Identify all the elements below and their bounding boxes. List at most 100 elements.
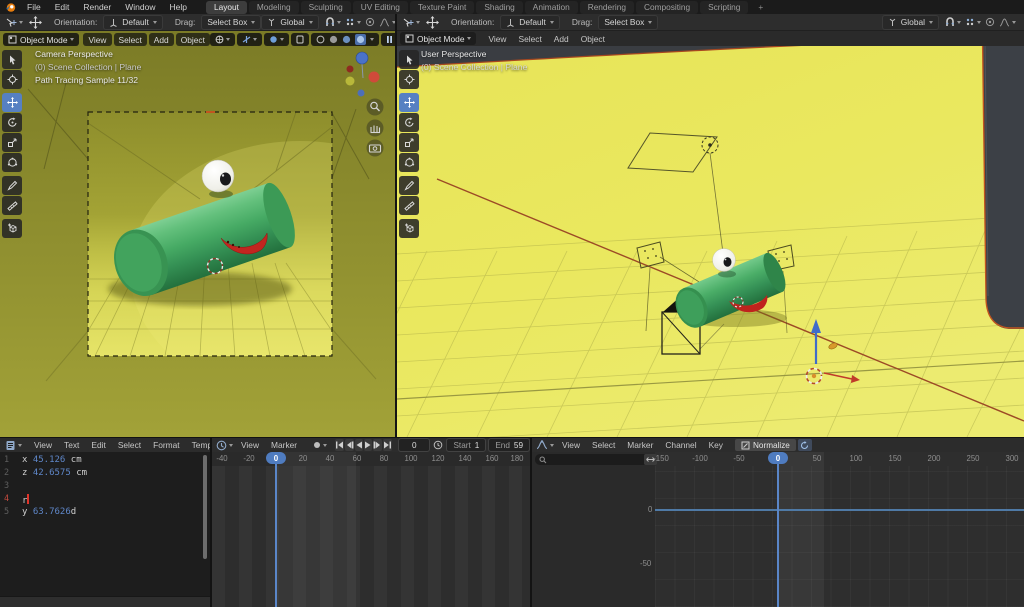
graph-playhead-badge[interactable]: 0 — [768, 452, 788, 464]
active-tool-icon[interactable] — [3, 16, 25, 29]
rendered-shading-icon[interactable] — [356, 35, 365, 44]
scale-tool[interactable] — [399, 133, 419, 152]
measure-tool[interactable] — [2, 196, 22, 215]
axis-x-ball[interactable] — [369, 72, 380, 83]
tab-layout[interactable]: Layout — [206, 1, 247, 14]
add-primitive-tool[interactable] — [2, 219, 22, 238]
eyeball[interactable] — [202, 160, 234, 192]
move-tool[interactable] — [399, 93, 419, 112]
wireframe-shading-icon[interactable] — [316, 35, 325, 44]
axis-y-ball[interactable] — [346, 77, 355, 86]
text-text-menu[interactable]: Text — [58, 440, 85, 450]
normalize-refresh-button[interactable] — [798, 439, 812, 451]
editor-type-text-icon[interactable] — [3, 439, 24, 452]
editor-divider[interactable] — [530, 437, 532, 607]
falloff-curve-icon[interactable] — [997, 16, 1018, 29]
drag-dropdown[interactable]: Select Box — [201, 15, 261, 30]
axis-x-neg-ball[interactable] — [347, 66, 354, 73]
orientation-dropdown[interactable]: Default — [103, 15, 163, 30]
channel-search-input[interactable] — [535, 454, 649, 465]
timeline-view-menu[interactable]: View — [235, 440, 265, 450]
axis-z-ball[interactable] — [356, 52, 368, 64]
scale-tool[interactable] — [2, 133, 22, 152]
material-shading-icon[interactable] — [342, 35, 351, 44]
tab-compositing[interactable]: Compositing — [636, 1, 698, 14]
tab-animation[interactable]: Animation — [525, 1, 578, 14]
text-editor[interactable]: 1 2 3 4 5 x 45.126 cm z 42.6575 cm r y 6… — [0, 452, 210, 607]
timeline-area[interactable]: -40 -20 20 40 60 80 100 120 140 160 180 — [212, 452, 530, 607]
tab-texture-paint[interactable]: Texture Paint — [410, 1, 474, 14]
editor-divider[interactable] — [210, 437, 212, 607]
jump-to-end-button[interactable] — [383, 439, 392, 451]
axis-z-neg-ball[interactable] — [358, 90, 365, 97]
add-primitive-tool[interactable] — [399, 219, 419, 238]
viewport-user[interactable]: Object Mode View Select Add Object User … — [397, 31, 1024, 437]
transform-tool[interactable] — [2, 153, 22, 172]
graph-key-menu[interactable]: Key — [703, 440, 729, 450]
editor-type-timeline-icon[interactable] — [214, 439, 235, 452]
transform-space-dropdown[interactable]: Global — [261, 15, 318, 30]
mode-dropdown[interactable]: Object Mode — [3, 33, 79, 46]
object-menu[interactable]: Object — [176, 33, 210, 46]
backdrop-plane[interactable] — [397, 36, 1024, 437]
channel-region[interactable] — [532, 452, 655, 607]
timeline-marker-menu[interactable]: Marker — [265, 440, 303, 450]
graph-marker-menu[interactable]: Marker — [621, 440, 659, 450]
viewport-camera[interactable]: Object Mode View Select Add Object — [0, 31, 395, 437]
snap-magnet-icon[interactable] — [943, 16, 963, 29]
next-keyframe-button[interactable] — [373, 439, 382, 451]
text-editor-scrollbar[interactable] — [203, 455, 207, 559]
tab-uv-editing[interactable]: UV Editing — [353, 1, 408, 14]
move-tool-icon[interactable] — [29, 16, 42, 29]
object-menu[interactable]: Object — [575, 34, 611, 44]
play-button[interactable] — [364, 439, 372, 451]
menu-help[interactable]: Help — [162, 2, 193, 12]
select-box-tool[interactable] — [399, 50, 419, 69]
view-menu[interactable]: View — [83, 33, 111, 46]
timeline-playhead-badge[interactable]: 0 — [266, 452, 286, 464]
timeline-playhead[interactable] — [275, 452, 277, 607]
mode-dropdown[interactable]: Object Mode — [400, 32, 476, 45]
tab-rendering[interactable]: Rendering — [580, 1, 634, 14]
select-menu[interactable]: Select — [513, 34, 548, 44]
cursor-tool[interactable] — [399, 70, 419, 89]
gizmos-dropdown[interactable] — [237, 33, 262, 46]
add-menu[interactable]: Add — [548, 34, 575, 44]
auto-keying-button[interactable] — [311, 439, 329, 452]
prev-keyframe-button[interactable] — [345, 439, 354, 451]
overlays-dropdown[interactable] — [264, 33, 289, 46]
menu-window[interactable]: Window — [118, 2, 162, 12]
proportional-editing-icon[interactable] — [983, 16, 997, 29]
xray-toggle[interactable] — [291, 33, 309, 46]
select-menu[interactable]: Select — [114, 33, 147, 46]
menu-edit[interactable]: Edit — [48, 2, 77, 12]
menu-render[interactable]: Render — [76, 2, 118, 12]
jump-to-start-button[interactable] — [335, 439, 344, 451]
text-format-menu[interactable]: Format — [147, 440, 186, 450]
view-object-types-dropdown[interactable] — [210, 33, 235, 46]
normalize-toggle[interactable]: Normalize — [735, 439, 796, 451]
graph-select-menu[interactable]: Select — [586, 440, 621, 450]
pause-render-button[interactable] — [381, 33, 395, 46]
transform-space-dropdown[interactable]: Global — [882, 15, 939, 30]
move-tool[interactable] — [2, 93, 22, 112]
graph-playhead[interactable] — [777, 452, 779, 607]
annotate-tool[interactable] — [399, 176, 419, 195]
measure-tool[interactable] — [399, 196, 419, 215]
snap-magnet-icon[interactable] — [323, 16, 343, 29]
end-frame-field[interactable]: End59 — [488, 438, 530, 452]
tab-modeling[interactable]: Modeling — [249, 1, 299, 14]
tab-scripting[interactable]: Scripting — [700, 1, 748, 14]
graph-view-menu[interactable]: View — [556, 440, 586, 450]
current-frame-field[interactable]: 0 — [398, 438, 430, 452]
active-tool-icon[interactable] — [400, 16, 422, 29]
rotate-tool[interactable] — [399, 113, 419, 132]
view-menu[interactable]: View — [482, 34, 512, 44]
drag-dropdown[interactable]: Select Box — [598, 15, 658, 30]
cursor-tool[interactable] — [2, 70, 22, 89]
rotate-tool[interactable] — [2, 113, 22, 132]
add-workspace-button[interactable]: + — [750, 1, 771, 14]
graph-channel-menu[interactable]: Channel — [659, 440, 702, 450]
text-edit-menu[interactable]: Edit — [85, 440, 111, 450]
fcurve-line[interactable] — [655, 509, 1024, 511]
